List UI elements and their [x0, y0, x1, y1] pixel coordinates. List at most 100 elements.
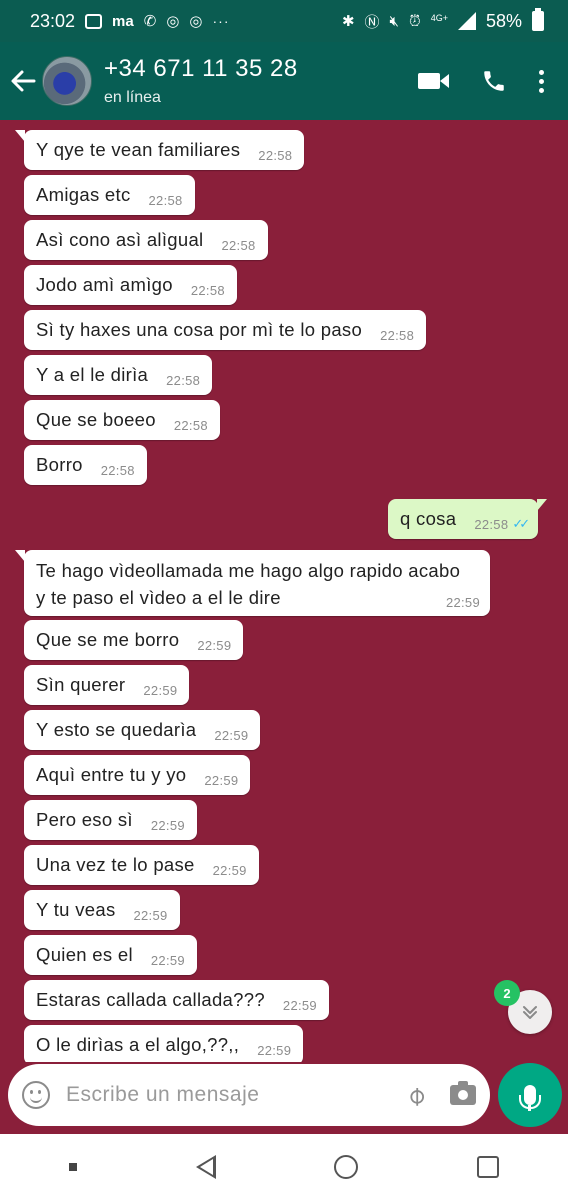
message-text: Amigas etc — [36, 184, 131, 205]
message-bubble[interactable]: Te hago vìdeollamada me hago algo rapido… — [15, 550, 490, 616]
battery-icon — [532, 8, 544, 31]
message-text: O le dirìas a el algo,??,, — [36, 1034, 240, 1055]
message-bubble[interactable]: Asì cono asì alìgual 22:58 — [24, 220, 268, 260]
chevron-down-icon — [523, 1006, 537, 1019]
instagram-notification-icon-2: ◎ — [189, 13, 203, 30]
mic-icon — [519, 1085, 541, 1109]
bluetooth-icon: ✱ — [341, 13, 355, 30]
message-time: 22:59 — [197, 637, 232, 653]
mute-icon: 🔇︎ — [389, 12, 399, 30]
signal-icon — [457, 12, 476, 30]
phone-icon[interactable] — [481, 68, 507, 94]
message-text: Que se me borro — [36, 629, 180, 650]
video-call-icon[interactable] — [418, 73, 449, 89]
message-time: 22:59 — [257, 1042, 292, 1058]
more-notifications-icon: ··· — [212, 13, 230, 29]
message-input[interactable] — [66, 1083, 409, 1107]
gallery-notification-icon — [85, 13, 103, 29]
message-text: Y qye te vean familiares — [36, 139, 241, 160]
nav-back-icon[interactable] — [195, 1155, 216, 1179]
message-bubble[interactable]: Y qye te vean familiares 22:58 — [14, 130, 305, 170]
whatsapp-notification-icon: ✆ — [143, 13, 157, 30]
back-button[interactable] — [4, 42, 42, 120]
back-arrow-icon — [11, 70, 36, 92]
contact-info[interactable]: +34 671 11 35 28 en línea — [104, 55, 418, 107]
contact-status: en línea — [104, 89, 161, 106]
message-time: 22:59 — [204, 772, 239, 788]
message-time: 22:58 — [221, 237, 256, 253]
nav-recents-icon[interactable] — [476, 1156, 499, 1178]
clock: 23:02 — [30, 10, 76, 31]
message-text: Jodo amì amìgo — [36, 274, 173, 295]
message-text: Pero eso sì — [36, 809, 133, 830]
message-bubble[interactable]: Jodo amì amìgo 22:58 — [24, 265, 237, 305]
message-time: 22:59 — [445, 595, 480, 610]
message-text: q cosa — [400, 508, 457, 529]
message-time: 22:58 — [148, 192, 183, 208]
contact-name: +34 671 11 35 28 — [104, 55, 298, 82]
message-text: Una vez te lo pase — [36, 854, 195, 875]
chat-header: +34 671 11 35 28 en línea — [0, 42, 568, 120]
status-bar: 23:02 ma ✆ ◎ ◎ ··· ✱ Ⓝ 🔇︎ ⏰︎ 4G+ 58% — [0, 0, 568, 42]
message-text: Quien es el — [36, 944, 133, 965]
message-time: 22:59 — [150, 952, 185, 968]
message-bubble[interactable]: Estaras callada callada??? 22:59 — [24, 980, 329, 1020]
message-bubble[interactable]: Amigas etc 22:58 — [24, 175, 195, 215]
message-bubble[interactable]: Que se boeeo 22:58 — [24, 400, 220, 440]
message-bubble[interactable]: O le dirìas a el algo,??,, 22:59 — [24, 1025, 304, 1062]
message-text: Y tu veas — [36, 899, 116, 920]
message-text: Aquì entre tu y yo — [36, 764, 187, 785]
header-actions — [418, 68, 544, 94]
nav-menu-icon[interactable] — [69, 1163, 78, 1171]
message-text: Que se boeeo — [36, 409, 156, 430]
message-bubble[interactable]: Sìn querer 22:59 — [24, 665, 190, 705]
message-composer: ⌀ — [8, 1064, 490, 1126]
message-time: 22:58 — [380, 327, 415, 343]
message-time: 22:58 — [258, 147, 293, 163]
message-bubble[interactable]: Una vez te lo pase 22:59 — [24, 845, 259, 885]
alarm-icon: ⏰︎ — [409, 12, 421, 30]
emoji-icon[interactable] — [22, 1081, 50, 1109]
message-text: Y a el le dirìa — [36, 364, 149, 385]
message-bubble[interactable]: Que se me borro 22:59 — [24, 620, 244, 660]
message-text-line-1: Te hago vìdeollamada me hago algo rapido… — [36, 560, 461, 581]
message-text: Sìn querer — [36, 674, 126, 695]
read-ticks-icon: ✓✓ — [512, 516, 530, 531]
message-bubble[interactable]: Borro 22:58 — [24, 445, 147, 485]
app-notification-ma: ma — [112, 12, 134, 30]
status-right: ✱ Ⓝ 🔇︎ ⏰︎ 4G+ 58% — [341, 8, 544, 32]
message-bubble[interactable]: Pero eso sì 22:59 — [24, 800, 197, 840]
chat-area[interactable]: Y qye te vean familiares 22:58 Amigas et… — [0, 120, 568, 1062]
message-text: Borro — [36, 454, 83, 475]
message-text: Sì ty haxes una cosa por mì te lo paso — [36, 319, 363, 340]
message-time: 22:59 — [133, 907, 168, 923]
message-time: 22:59 — [212, 862, 247, 878]
message-text: Estaras callada callada??? — [36, 989, 265, 1010]
more-vert-icon[interactable] — [539, 69, 544, 93]
message-time: 22:59 — [143, 682, 178, 698]
message-bubble[interactable]: Y esto se quedarìa 22:59 — [24, 710, 261, 750]
message-time: 22:59 — [150, 817, 185, 833]
message-bubble[interactable]: Sì ty haxes una cosa por mì te lo paso 2… — [24, 310, 427, 350]
message-text-line-2: y te paso el vìdeo a el le dire — [36, 587, 281, 608]
message-text: Y esto se quedarìa — [36, 719, 197, 740]
message-time: 22:59 — [214, 727, 249, 743]
avatar[interactable] — [42, 56, 92, 106]
voice-message-button[interactable] — [498, 1063, 562, 1127]
camera-icon[interactable] — [450, 1081, 476, 1105]
message-bubble[interactable]: Y a el le dirìa 22:58 — [24, 355, 213, 395]
message-time: 22:58 — [100, 462, 135, 478]
message-text: Asì cono asì alìgual — [36, 229, 204, 250]
nav-home-icon[interactable] — [334, 1155, 359, 1179]
system-nav-bar — [0, 1134, 568, 1200]
nfc-icon: Ⓝ — [364, 13, 380, 31]
battery-percent: 58% — [485, 10, 522, 31]
instagram-notification-icon: ◎ — [166, 13, 180, 30]
message-bubble[interactable]: Quien es el 22:59 — [24, 935, 197, 975]
mic-stand — [528, 1105, 531, 1111]
message-bubble[interactable]: Y tu veas 22:59 — [24, 890, 180, 930]
message-time: 22:58 — [173, 417, 208, 433]
network-type: 4G+ — [430, 12, 448, 23]
message-bubble[interactable]: Aquì entre tu y yo 22:59 — [24, 755, 251, 795]
outgoing-message-bubble[interactable]: q cosa 22:58 ✓✓ — [388, 499, 548, 539]
